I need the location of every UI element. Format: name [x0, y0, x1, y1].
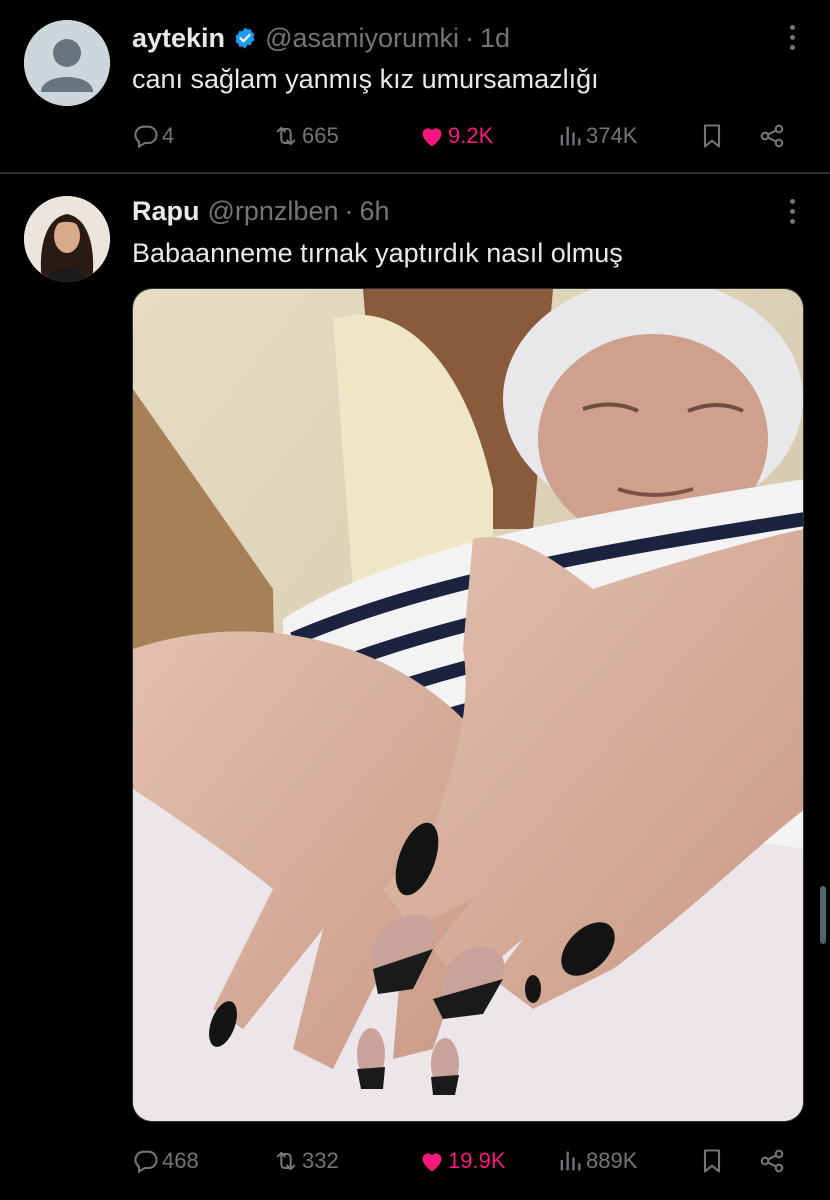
share-button[interactable]: [758, 1141, 788, 1181]
like-count: 9.2K: [448, 123, 494, 148]
scrollbar-thumb[interactable]: [820, 886, 826, 944]
tweet-timestamp[interactable]: 6h: [359, 196, 389, 227]
heart-filled-icon: [422, 128, 442, 147]
views-button[interactable]: 889K: [556, 1141, 637, 1181]
avatar[interactable]: [24, 196, 110, 282]
tweet-header: aytekin @asamiyorumki · 1d: [132, 18, 510, 58]
like-count: 19.9K: [448, 1148, 506, 1173]
verified-badge-icon: [235, 27, 255, 49]
tweet-timestamp[interactable]: 1d: [480, 23, 510, 54]
reply-button[interactable]: 468: [132, 1141, 199, 1181]
bookmark-button[interactable]: [698, 1141, 728, 1181]
views-button[interactable]: 374K: [556, 116, 637, 156]
tweet-rapu[interactable]: Rapu @rpnzlben · 6h Babaanneme tırnak ya…: [0, 174, 830, 1200]
reply-count: 468: [162, 1148, 199, 1173]
separator-dot: ·: [344, 195, 354, 226]
default-profile-icon: [24, 20, 110, 106]
retweet-button[interactable]: 665: [272, 116, 339, 156]
share-button[interactable]: [758, 116, 788, 156]
tweet-text: Babaanneme tırnak yaptırdık nasıl olmuş: [132, 238, 623, 268]
photo-elderly-woman-manicure: [133, 289, 803, 1121]
views-count: 889K: [586, 1148, 638, 1173]
reply-icon: [134, 1150, 158, 1174]
author-handle[interactable]: @asamiyorumki: [265, 23, 459, 54]
views-icon: [560, 1151, 581, 1171]
more-options-icon[interactable]: [786, 199, 798, 229]
retweet-count: 665: [302, 123, 339, 148]
bookmark-button[interactable]: [698, 116, 728, 156]
bookmark-icon: [703, 124, 721, 148]
tweet-header: Rapu @rpnzlben · 6h: [132, 191, 390, 231]
tweet-aytekin[interactable]: aytekin @asamiyorumki · 1d canı sağlam y…: [0, 0, 830, 172]
like-button[interactable]: 19.9K: [418, 1141, 506, 1181]
tweet-text: canı sağlam yanmış kız umursamazlığı: [132, 64, 599, 94]
retweet-icon: [276, 126, 296, 146]
separator-dot: ·: [465, 22, 475, 53]
retweet-count: 332: [302, 1148, 339, 1173]
retweet-icon: [276, 1151, 296, 1171]
author-handle[interactable]: @rpnzlben: [208, 196, 339, 227]
heart-filled-icon: [422, 1153, 442, 1172]
views-icon: [560, 126, 581, 146]
retweet-button[interactable]: 332: [272, 1141, 339, 1181]
reply-count: 4: [162, 123, 175, 148]
author-name[interactable]: aytekin: [132, 23, 225, 54]
author-name[interactable]: Rapu: [132, 196, 200, 227]
bookmark-icon: [703, 1149, 721, 1173]
profile-photo: [24, 196, 110, 282]
views-count: 374K: [586, 123, 638, 148]
share-icon: [760, 124, 784, 148]
reply-icon: [134, 125, 158, 149]
tweet-photo[interactable]: [132, 288, 804, 1122]
like-button[interactable]: 9.2K: [418, 116, 493, 156]
reply-button[interactable]: 4: [132, 116, 174, 156]
tweet-actions: 468 332 19.9K 889K: [132, 1141, 800, 1181]
share-icon: [760, 1149, 784, 1173]
avatar[interactable]: [24, 20, 110, 106]
more-options-icon[interactable]: [786, 25, 798, 55]
tweet-actions: 4 665 9.2K 374K: [132, 116, 800, 156]
